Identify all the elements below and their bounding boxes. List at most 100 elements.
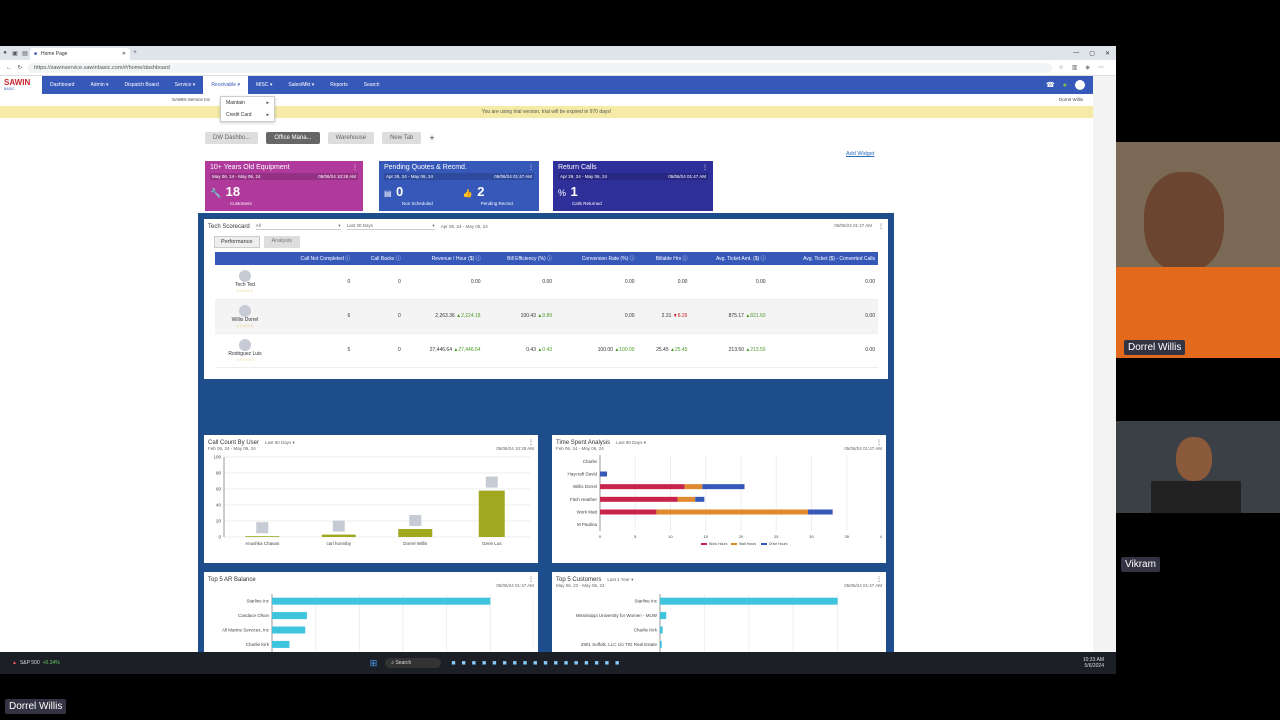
tech-filter-select[interactable]: All ▾ <box>255 223 341 230</box>
col-header[interactable]: Call Not Completed ⓘ <box>275 252 354 265</box>
table-cell: 0.00 <box>555 265 638 300</box>
col-header[interactable]: Billable Hrs ⓘ <box>637 252 691 265</box>
scorecard-table: Call Not Completed ⓘ Call Backs ⓘ Revenu… <box>215 252 878 368</box>
document-icon: ▤ <box>384 189 392 198</box>
time-spent-chart: 0 5 10 15 20 25 30 35 40 Charlie Haycraft David Wil… <box>567 455 885 546</box>
kebab-menu-icon[interactable]: ⋮ <box>702 164 708 171</box>
new-tab-icon[interactable]: + <box>130 50 140 56</box>
tab-performance[interactable]: Performance <box>214 236 260 248</box>
nav-search[interactable]: Search <box>356 76 388 94</box>
minimize-icon[interactable]: — <box>1073 50 1079 57</box>
x-tick-label: 10 <box>668 534 673 539</box>
table-cell: 0.00 <box>637 265 691 300</box>
period-select[interactable]: Last 1 Year ▾ <box>607 577 633 583</box>
close-window-icon[interactable]: ✕ <box>1105 50 1110 57</box>
table-cell: 0.00 <box>768 265 878 300</box>
table-row[interactable]: Rodriguez Luis ☆☆☆☆☆ 5 0 27,446.64 ▲27,446.6… <box>215 333 878 368</box>
table-row[interactable]: Willis Dorrel ☆☆☆☆☆ 6 0 2,263.36 ▲2,224.18 10… <box>215 299 878 334</box>
kebab-menu-icon[interactable]: ⋮ <box>528 164 534 171</box>
close-tab-icon[interactable]: ✕ <box>122 51 126 57</box>
table-cell: 0.00 <box>403 265 484 300</box>
bar <box>398 529 433 537</box>
trial-banner: You are using trial version, trial will … <box>0 106 1093 118</box>
nav-dashboard[interactable]: Dashboard <box>42 76 82 94</box>
phone-icon[interactable]: ☎ <box>1046 81 1055 89</box>
tab-dw-dashboard[interactable]: DW Dashbo... <box>205 132 259 144</box>
taskbar-app-icons[interactable]: ■■■■■■■■■■■■■■■■■ <box>451 660 625 667</box>
url-field[interactable]: https://sawinservice.sawinbasic.com/#/ho… <box>28 62 1053 73</box>
card-old-equipment[interactable]: 10+ Years Old Equipment ⋮ May 06, 14 - Ma… <box>205 161 363 211</box>
table-row[interactable]: Tech Ted ☆☆☆☆☆ 0 0 0.00 0.00 0.00 0.00 0.00 0.00 <box>215 265 878 300</box>
col-header[interactable]: Revenue / Hour ($) ⓘ <box>403 252 484 265</box>
nav-reports[interactable]: Reports <box>322 76 356 94</box>
collections-icon[interactable]: ▥ <box>1072 64 1078 71</box>
legend-swatch <box>761 543 767 545</box>
chevron-right-icon: ▸ <box>266 112 269 118</box>
nav-dispatch-board[interactable]: Dispatch Board <box>117 76 167 94</box>
table-cell: 875.17 ▲821.60 <box>690 299 769 334</box>
chat-icon[interactable]: ● <box>1063 82 1067 89</box>
menu-item-credit-card[interactable]: Credit Card ▸ <box>221 109 274 121</box>
kebab-menu-icon[interactable]: ⋮ <box>876 439 882 446</box>
nav-service[interactable]: Service ▾ <box>167 76 204 94</box>
table-cell: 0 <box>275 265 354 300</box>
col-header[interactable]: Bill Efficiency (%) ⓘ <box>483 252 556 265</box>
avatar[interactable] <box>1075 80 1085 90</box>
col-header[interactable]: Avg. Ticket Amt. ($) ⓘ <box>690 252 769 265</box>
x-tick-label: 30 <box>809 534 814 539</box>
period-select[interactable]: Last 90 Days ▾ <box>265 440 295 446</box>
kebab-menu-icon[interactable]: ⋮ <box>352 164 358 171</box>
menu-item-maintain[interactable]: Maintain ▸ <box>221 97 274 109</box>
kebab-menu-icon[interactable]: ⋮ <box>528 439 534 446</box>
profile-icon[interactable]: ● <box>0 50 10 56</box>
nav-sales-mkt[interactable]: Sales/Mkt ▾ <box>280 76 322 94</box>
windows-start-icon[interactable]: ⊞ <box>370 658 378 669</box>
table-cell: 0.00 <box>768 299 878 334</box>
nav-admin[interactable]: Admin ▾ <box>82 76 116 94</box>
table-cell: 5 <box>275 333 354 368</box>
period-select[interactable]: Last 90 Days ▾ <box>616 440 646 446</box>
nav-misc[interactable]: MISC ▾ <box>248 76 280 94</box>
refresh-icon[interactable]: ↻ <box>18 65 23 71</box>
table-cell: 213.50 ▲213.50 <box>690 333 769 368</box>
tab-actions-icon[interactable]: ▣ <box>10 50 20 57</box>
kebab-menu-icon[interactable]: ⋮ <box>528 576 534 583</box>
kebab-menu-icon[interactable]: ⋮ <box>876 576 882 583</box>
bar <box>660 626 663 634</box>
extensions-icon[interactable]: ◈ <box>1085 64 1090 71</box>
tab-warehouse[interactable]: Warehouse <box>327 132 375 144</box>
nav-receivable[interactable]: Receivable ▾ <box>203 76 248 94</box>
y-tick-label: Haycraft David <box>567 472 597 477</box>
tab-analysis[interactable]: Analysis <box>263 236 300 248</box>
period-select[interactable]: Last 30 Days ▾ <box>346 223 435 230</box>
browser-tab-home[interactable]: ■ Home Page ✕ <box>30 48 130 60</box>
favorites-icon[interactable]: ☆ <box>1058 64 1063 71</box>
col-header[interactable]: Conversion Rate (%) ⓘ <box>555 252 638 265</box>
tab-office-manager[interactable]: Office Mana... <box>266 132 320 144</box>
col-header[interactable]: Call Backs ⓘ <box>353 252 404 265</box>
user-name: Dorrel Willis <box>1059 96 1083 102</box>
tab-list-icon[interactable]: ▤ <box>20 50 30 57</box>
y-tick-label: M Paulina <box>577 522 598 527</box>
card-return-calls[interactable]: Return Calls ⋮ Apr 29, 24 - May 06, 24 05/… <box>553 161 713 211</box>
table-cell: 100.43 ▲9.89 <box>483 299 556 334</box>
back-icon[interactable]: ← <box>6 65 12 71</box>
rating-stars-icon: ☆☆☆☆☆ <box>236 288 254 294</box>
tab-new-tab[interactable]: New Tab <box>382 132 422 144</box>
col-header[interactable]: Avg. Ticket ($) - Converted Calls <box>768 252 878 265</box>
kebab-menu-icon[interactable]: ⋮ <box>878 223 884 230</box>
sub-bar: SAWIN Service Inc Dorrel Willis <box>0 94 1093 104</box>
taskbar-search[interactable]: ⌕ Search <box>385 658 442 668</box>
sawin-logo[interactable]: SAWIN BASIC <box>0 76 42 94</box>
card-pending-quotes[interactable]: Pending Quotes & Recmd. ⋮ Apr 29, 24 - Ma… <box>379 161 539 211</box>
maximize-icon[interactable]: ▢ <box>1089 50 1095 57</box>
time-spent-panel: Time Spent Analysis Last 90 Days ▾ ⋮ Feb 0… <box>552 435 886 563</box>
add-tab-button[interactable]: + <box>429 133 434 143</box>
table-cell: 0.00 <box>768 333 878 368</box>
table-cell: 2,263.36 ▲2,224.18 <box>403 299 484 334</box>
nav-right-tools: ☎ ● <box>1046 80 1093 90</box>
y-tick-label: 80 <box>216 471 222 476</box>
add-widget-link[interactable]: Add Widget <box>846 151 874 157</box>
legend-swatch <box>731 543 737 545</box>
more-icon[interactable]: ⋯ <box>1098 64 1104 71</box>
